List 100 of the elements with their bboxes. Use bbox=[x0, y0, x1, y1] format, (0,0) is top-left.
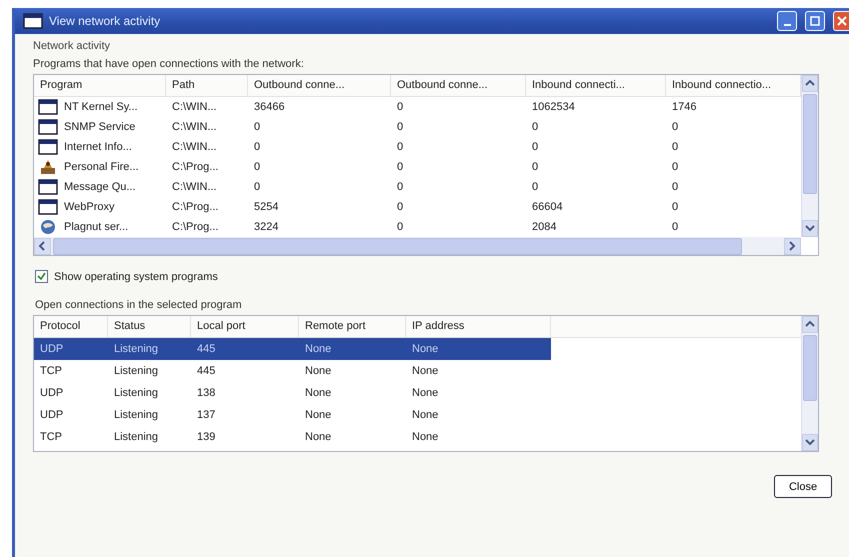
table-cell[interactable]: None bbox=[406, 404, 551, 426]
table-cell-text: 0 bbox=[671, 181, 680, 193]
table-cell-text: C:\WIN... bbox=[171, 181, 218, 193]
table-cell-text: 0 bbox=[531, 161, 540, 173]
table-cell[interactable]: None bbox=[406, 426, 551, 448]
window-icon bbox=[38, 139, 58, 155]
table-cell-text: C:\Prog... bbox=[171, 201, 220, 213]
table-cell-text: 1062534 bbox=[531, 101, 576, 113]
table-cell-text: 0 bbox=[671, 201, 680, 213]
maximize-button[interactable] bbox=[805, 11, 825, 31]
table-cell[interactable]: None bbox=[406, 360, 551, 382]
column-header[interactable]: Inbound connecti... bbox=[526, 75, 666, 96]
horizontal-scrollbar[interactable] bbox=[34, 237, 801, 255]
table-cell-text: 0 bbox=[671, 161, 680, 173]
table-cell-text: C:\Prog... bbox=[171, 161, 220, 173]
table-cell-text: 0 bbox=[396, 221, 404, 233]
table-cell: Internet Info... bbox=[64, 141, 132, 153]
column-header[interactable]: Program bbox=[34, 75, 166, 96]
table-cell-text: C:\WIN... bbox=[171, 121, 218, 133]
table-cell[interactable]: 445 bbox=[191, 338, 299, 360]
programs-caption: Programs that have open connections with the network: bbox=[33, 58, 305, 70]
table-cell[interactable]: UDP bbox=[34, 382, 108, 404]
window-icon bbox=[38, 99, 58, 115]
table-cell: WebProxy bbox=[64, 201, 115, 213]
window-icon bbox=[38, 119, 58, 135]
table-cell-text: 0 bbox=[396, 181, 404, 193]
table-cell-text: 0 bbox=[396, 161, 404, 173]
minimize-icon bbox=[784, 24, 790, 26]
table-cell-text: 0 bbox=[396, 201, 404, 213]
table-cell[interactable]: None bbox=[299, 426, 406, 448]
table-cell[interactable]: None bbox=[406, 382, 551, 404]
globe-icon bbox=[38, 219, 58, 235]
table-cell-text: 0 bbox=[671, 141, 680, 153]
table-cell[interactable]: Listening bbox=[108, 360, 191, 382]
table-cell-text: C:\WIN... bbox=[171, 141, 218, 153]
table-cell: Plagnut ser... bbox=[64, 221, 128, 233]
window-icon bbox=[23, 13, 43, 29]
column-header[interactable]: Protocol bbox=[34, 316, 108, 337]
table-cell[interactable]: None bbox=[299, 382, 406, 404]
table-cell: Message Qu... bbox=[64, 181, 136, 193]
table-cell-text: 0 bbox=[671, 221, 680, 233]
table-cell-text: 0 bbox=[253, 141, 262, 153]
checkbox[interactable] bbox=[35, 270, 48, 283]
table-cell-text: C:\WIN... bbox=[171, 101, 218, 113]
column-header[interactable]: Outbound conne... bbox=[391, 75, 526, 96]
table-cell-text: 1746 bbox=[671, 101, 698, 113]
group-label: Network activity bbox=[33, 40, 112, 52]
minimize-button[interactable] bbox=[777, 11, 797, 31]
table-cell[interactable]: 137 bbox=[191, 404, 299, 426]
table-cell[interactable]: Listening bbox=[108, 382, 191, 404]
connections-caption: Open connections in the selected program bbox=[35, 299, 243, 311]
table-cell[interactable]: None bbox=[406, 338, 551, 360]
table-cell-text: 0 bbox=[253, 121, 262, 133]
vertical-scrollbar[interactable] bbox=[801, 75, 818, 237]
maximize-icon bbox=[810, 16, 820, 26]
table-cell[interactable]: 139 bbox=[191, 426, 299, 448]
table-cell[interactable]: Listening bbox=[108, 404, 191, 426]
table-cell: SNMP Service bbox=[64, 121, 136, 133]
table-cell[interactable]: Listening bbox=[108, 426, 191, 448]
table-cell[interactable]: None bbox=[299, 404, 406, 426]
table-cell[interactable]: None bbox=[299, 338, 406, 360]
table-cell[interactable]: 138 bbox=[191, 382, 299, 404]
table-cell[interactable]: None bbox=[299, 360, 406, 382]
close-button[interactable] bbox=[833, 11, 849, 31]
window-icon bbox=[38, 199, 58, 215]
close-icon bbox=[836, 16, 846, 26]
table-cell[interactable]: UDP bbox=[34, 404, 108, 426]
table-cell-text: C:\Prog... bbox=[171, 221, 220, 233]
table-cell: NT Kernel Sy... bbox=[64, 101, 138, 113]
table-cell[interactable]: TCP bbox=[34, 360, 108, 382]
table-cell[interactable]: UDP bbox=[34, 338, 108, 360]
column-header[interactable]: Path bbox=[166, 75, 248, 96]
table-cell-text: 0 bbox=[396, 101, 404, 113]
table-cell[interactable]: Listening bbox=[108, 338, 191, 360]
table-cell-text: 0 bbox=[671, 121, 680, 133]
table-cell-text: 0 bbox=[396, 141, 404, 153]
vertical-scrollbar[interactable] bbox=[801, 316, 818, 451]
table-cell-text: 2084 bbox=[531, 221, 558, 233]
table-cell-text: 66604 bbox=[531, 201, 564, 213]
column-header[interactable]: Local port bbox=[191, 316, 299, 337]
window-title: View network activity bbox=[49, 14, 162, 28]
table-cell[interactable]: 445 bbox=[191, 360, 299, 382]
column-header[interactable]: Remote port bbox=[299, 316, 406, 337]
window-icon bbox=[38, 179, 58, 195]
table-cell-text: 0 bbox=[531, 181, 540, 193]
column-header[interactable]: IP address bbox=[406, 316, 551, 337]
table-cell-text: 36466 bbox=[253, 101, 286, 113]
firewall-icon bbox=[38, 159, 58, 175]
table-cell-text: 0 bbox=[531, 141, 540, 153]
table-cell-text: 0 bbox=[396, 121, 404, 133]
column-header[interactable]: Outbound conne... bbox=[248, 75, 391, 96]
table-cell-text: 0 bbox=[253, 161, 262, 173]
column-header[interactable]: Status bbox=[108, 316, 191, 337]
table-cell-text: 0 bbox=[531, 121, 540, 133]
checkbox-label: Show operating system programs bbox=[54, 270, 218, 282]
table-cell-text: 3224 bbox=[253, 221, 280, 233]
table-cell-text: 0 bbox=[253, 181, 262, 193]
close-dialog-button[interactable]: Close bbox=[774, 475, 832, 498]
table-cell[interactable]: TCP bbox=[34, 426, 108, 448]
table-cell-text: 5254 bbox=[253, 201, 280, 213]
